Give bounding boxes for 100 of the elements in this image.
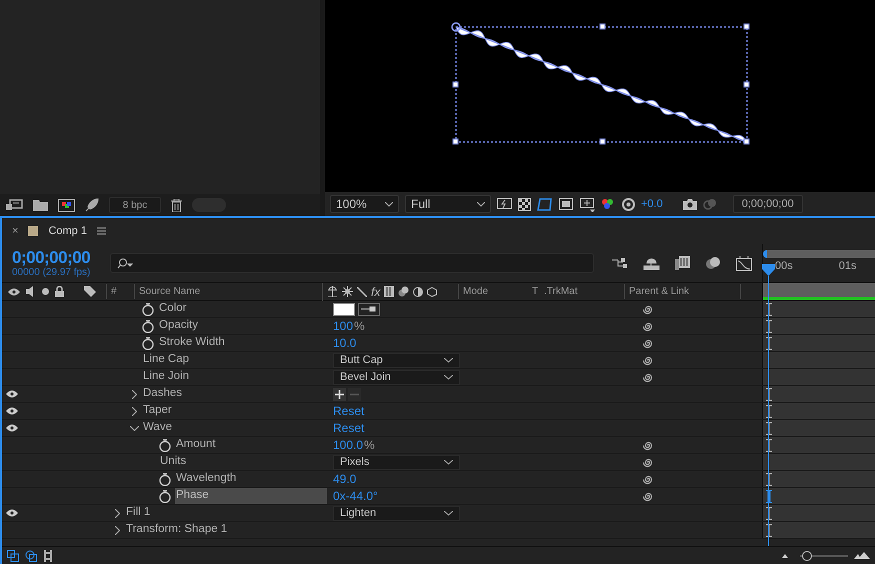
property-name[interactable]: Amount xyxy=(175,437,216,453)
color-swatch[interactable] xyxy=(333,302,355,316)
spiral-icon[interactable] xyxy=(642,304,653,314)
reset-link[interactable]: Reset xyxy=(333,402,364,420)
in-out-brackets-icon[interactable] xyxy=(43,550,53,562)
property-name[interactable]: Stroke Width xyxy=(158,335,225,351)
property-name[interactable]: Fill 1 xyxy=(125,505,150,521)
keyframe-marker-icon[interactable] xyxy=(766,472,772,486)
chevron-right-icon[interactable] xyxy=(132,390,137,398)
add-button[interactable] xyxy=(333,388,346,400)
new-composition-icon[interactable] xyxy=(58,198,75,212)
keyframe-marker-icon[interactable] xyxy=(766,302,772,316)
keyframe-marker-icon[interactable] xyxy=(766,320,772,332)
chevron-right-icon[interactable] xyxy=(132,406,137,416)
composition-swatch xyxy=(28,226,38,236)
spiral-icon[interactable] xyxy=(642,338,653,348)
keyframe-marker-icon[interactable] xyxy=(766,422,772,434)
menu-icon[interactable] xyxy=(96,227,106,235)
property-name[interactable]: Line Join xyxy=(142,369,190,385)
property-value[interactable]: 100.0 xyxy=(333,436,364,454)
keyframe-marker-icon[interactable] xyxy=(766,438,772,452)
current-time[interactable]: 0;00;00;00 xyxy=(12,248,90,266)
property-dropdown[interactable]: Lighten xyxy=(333,506,460,520)
column-header[interactable]: Source Name xyxy=(134,284,322,299)
zoom-in-icon[interactable] xyxy=(854,552,870,559)
timecode-field[interactable]: 0;00;00;00 xyxy=(732,195,803,213)
spiral-icon[interactable] xyxy=(642,320,653,332)
property-value[interactable]: 100 xyxy=(333,317,354,335)
property-dropdown[interactable]: Bevel Join xyxy=(333,370,460,384)
chevron-down-icon[interactable] xyxy=(130,426,139,430)
property-value[interactable]: 0x-44.0° xyxy=(333,487,378,505)
spiral-icon[interactable] xyxy=(642,490,653,502)
property-name[interactable]: Phase xyxy=(175,488,327,504)
property-value[interactable]: 49.0 xyxy=(333,470,356,488)
eyedropper-button[interactable] xyxy=(358,302,380,316)
column-header[interactable]: .TrkMat xyxy=(544,284,624,299)
folder-icon[interactable] xyxy=(33,199,48,211)
camera-icon[interactable] xyxy=(682,198,697,210)
spiral-icon[interactable] xyxy=(642,354,653,366)
property-name[interactable]: Line Cap xyxy=(142,352,190,368)
draft-3d-icon[interactable] xyxy=(643,256,660,270)
spiral-icon[interactable] xyxy=(642,474,653,484)
render-icon[interactable] xyxy=(25,550,37,562)
eye-icon[interactable] xyxy=(6,509,18,517)
keyframe-marker-icon[interactable] xyxy=(766,524,772,536)
property-dropdown[interactable]: Butt Cap xyxy=(333,352,460,368)
property-name[interactable]: Transform: Shape 1 xyxy=(125,522,228,538)
reset-link[interactable]: Reset xyxy=(333,419,364,437)
region-icon[interactable] xyxy=(559,198,573,210)
bit-depth-field[interactable]: 8 bpc xyxy=(109,197,161,213)
interpret-footage-icon[interactable] xyxy=(6,199,23,211)
zoom-slider[interactable] xyxy=(800,550,848,560)
property-value[interactable]: 10.0 xyxy=(333,334,356,352)
close-icon[interactable]: × xyxy=(12,222,18,240)
property-name[interactable]: Color xyxy=(158,301,186,317)
property-name[interactable]: Dashes xyxy=(142,386,182,402)
zoom-dropdown[interactable]: 100% xyxy=(330,195,399,213)
exposure-icon[interactable] xyxy=(622,198,635,210)
property-name[interactable]: Taper xyxy=(142,403,172,419)
transparency-grid-icon[interactable] xyxy=(518,198,531,210)
eye-icon[interactable] xyxy=(6,407,18,415)
color-channels-icon[interactable] xyxy=(601,197,616,211)
comp-flowchart-icon[interactable] xyxy=(7,550,19,562)
chevron-right-icon[interactable] xyxy=(115,508,120,518)
spiral-icon[interactable] xyxy=(642,456,653,468)
eye-icon xyxy=(8,288,20,296)
graph-editor-icon[interactable] xyxy=(736,256,752,270)
search-field[interactable] xyxy=(110,253,594,273)
resolution-dropdown[interactable]: Full xyxy=(405,195,491,213)
search-icon xyxy=(117,258,133,268)
keyframe-marker-icon[interactable] xyxy=(766,506,772,520)
keyframe-marker-icon[interactable] xyxy=(766,388,772,400)
shy-icon xyxy=(327,286,338,297)
trash-icon[interactable] xyxy=(171,198,182,212)
eye-icon[interactable] xyxy=(6,424,18,432)
property-name[interactable]: Opacity xyxy=(158,318,198,334)
property-name[interactable]: Wavelength xyxy=(175,471,236,487)
mask-path-icon[interactable] xyxy=(537,196,553,212)
zoom-out-icon[interactable] xyxy=(780,553,790,558)
column-header[interactable]: Parent & Link xyxy=(624,284,741,299)
property-name[interactable]: Wave xyxy=(142,420,172,436)
keyframe-marker-icon[interactable] xyxy=(766,336,772,350)
fast-preview-icon[interactable] xyxy=(497,198,512,210)
chevron-right-icon[interactable] xyxy=(115,526,120,534)
frame-blending-icon[interactable] xyxy=(675,256,690,270)
spiral-icon[interactable] xyxy=(642,372,653,382)
playhead-handle[interactable] xyxy=(762,264,775,276)
property-dropdown[interactable]: Pixels xyxy=(333,454,460,470)
column-header[interactable]: Mode xyxy=(458,284,532,299)
exposure-value[interactable]: +0.0 xyxy=(641,196,663,212)
spiral-icon[interactable] xyxy=(642,440,653,450)
grid-guides-icon[interactable] xyxy=(579,196,595,212)
flowchart-icon[interactable] xyxy=(612,256,628,270)
slider-thumb[interactable] xyxy=(802,550,812,560)
eye-icon[interactable] xyxy=(6,390,18,398)
keyframe-marker-icon[interactable] xyxy=(766,404,772,418)
composition-tab[interactable]: Comp 1 xyxy=(48,222,87,240)
property-name[interactable]: Units xyxy=(159,454,186,470)
chevron-down-icon xyxy=(444,510,453,516)
motion-blur-icon[interactable] xyxy=(705,256,721,270)
